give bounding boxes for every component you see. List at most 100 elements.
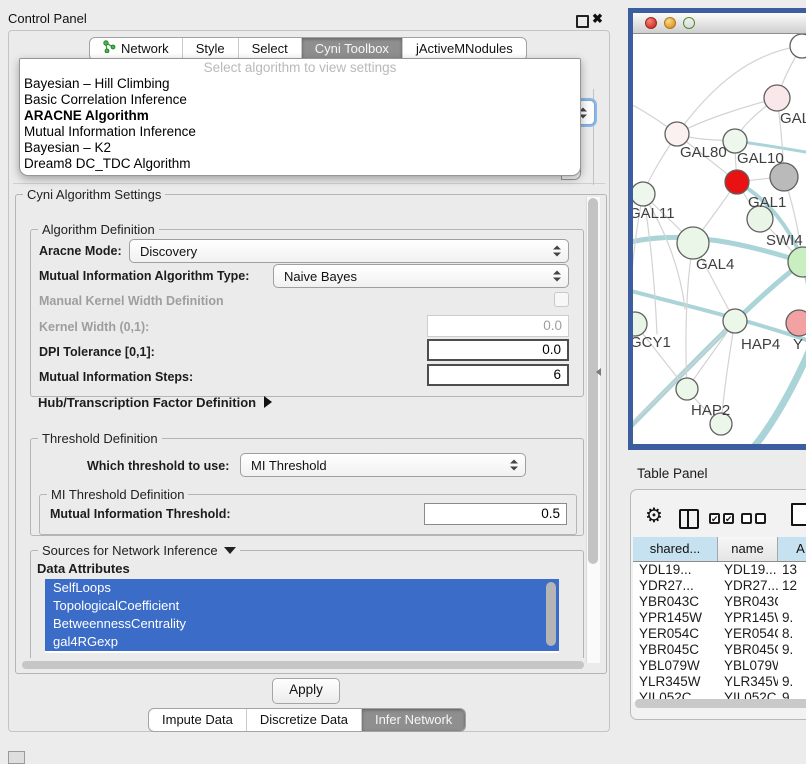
tab-infer-network[interactable]: Infer Network (361, 709, 465, 731)
network-window[interactable]: GALGAL80GAL10GAL1GAL11SWI4GAL4GCY1HAP4YH… (628, 8, 806, 450)
table-row[interactable]: YDR27... YDR27... 12 (633, 578, 806, 594)
attribute-item[interactable]: gal4RGexp (45, 633, 559, 651)
attribute-item[interactable]: TopologicalCoefficient (45, 597, 559, 615)
dpi-tolerance-label: DPI Tolerance [0,1]: (39, 345, 155, 359)
section-divider (13, 183, 605, 184)
svg-text:HAP2: HAP2 (691, 402, 730, 419)
column-header-partial[interactable]: A (778, 537, 806, 561)
algorithm-list-item[interactable]: Bayesian – Hill Climbing (20, 76, 580, 92)
table-row[interactable]: YLR345W YLR345W 9. (633, 674, 806, 690)
aracne-mode-select[interactable]: Discovery (129, 239, 569, 263)
node-table: shared... name A YDL19... YDL19... 13 YD… (633, 537, 806, 702)
algorithm-list-item[interactable]: ARACNE Algorithm (20, 108, 580, 124)
apply-button[interactable]: Apply (272, 678, 340, 704)
stepper-icon (510, 460, 518, 471)
export-table-icon[interactable] (791, 503, 806, 526)
gear-icon[interactable]: ⚙ (645, 503, 663, 528)
splitter-collapse-icon[interactable] (596, 368, 601, 376)
settings-group-title: Cyni Algorithm Settings (23, 187, 165, 202)
threshold-definition-title: Threshold Definition (38, 431, 162, 446)
table-hscrollbar-thumb[interactable] (635, 699, 806, 708)
mi-steps-label: Mutual Information Steps: (39, 370, 193, 384)
mi-steps-field[interactable]: 6 (427, 364, 569, 386)
deselect-all-icon-2[interactable] (755, 513, 766, 524)
mi-threshold-label: Mutual Information Threshold: (50, 507, 231, 521)
manual-kernel-checkbox[interactable] (554, 292, 569, 307)
select-all-check-icon[interactable]: ✔ (709, 513, 720, 524)
mi-type-select[interactable]: Naive Bayes (273, 264, 569, 288)
table-row[interactable]: YER054C YER054C 8. (633, 626, 806, 642)
table-header: shared... name A (633, 537, 806, 562)
tab-impute-data[interactable]: Impute Data (149, 709, 246, 731)
algorithm-list-item[interactable]: Mutual Information Inference (20, 124, 580, 140)
data-attributes-list: SelfLoopsTopologicalCoefficientBetweenne… (45, 579, 559, 653)
algorithm-popup: Select algorithm to view settings Bayesi… (19, 58, 581, 176)
deselect-all-icon[interactable] (741, 513, 752, 524)
table-panel: ⚙ ✔ ✔ shared... name A YDL19... YDL19...… (630, 489, 806, 720)
sources-group: Sources for Network Inference Data Attri… (30, 550, 584, 658)
algorithm-list-item[interactable]: Dream8 DC_TDC Algorithm (20, 156, 580, 172)
svg-text:GCY1: GCY1 (633, 334, 671, 351)
algorithm-definition-title: Algorithm Definition (38, 222, 159, 237)
svg-text:GAL: GAL (780, 110, 806, 127)
svg-text:GAL11: GAL11 (633, 205, 675, 222)
mi-threshold-field[interactable]: 0.5 (424, 503, 567, 525)
network-canvas[interactable]: GALGAL80GAL10GAL1GAL11SWI4GAL4GCY1HAP4YH… (633, 34, 806, 444)
sources-title[interactable]: Sources for Network Inference (38, 543, 240, 558)
column-header-shared-name[interactable]: shared... (633, 537, 718, 561)
data-attributes-label: Data Attributes (37, 561, 130, 576)
table-row[interactable]: YPR145W YPR145W 9. (633, 610, 806, 626)
window-minimize-icon[interactable] (664, 17, 676, 29)
manual-kernel-label: Manual Kernel Width Definition (39, 294, 224, 308)
table-panel-title: Table Panel (637, 466, 708, 481)
table-row[interactable]: YBR045C YBR045C 9. (633, 642, 806, 658)
cyni-algorithm-settings-group: Cyni Algorithm Settings Algorithm Defini… (15, 194, 607, 674)
network-window-titlebar[interactable] (633, 13, 806, 34)
window-zoom-icon[interactable] (683, 17, 695, 29)
algorithm-list-item[interactable]: Bayesian – K2 (20, 140, 580, 156)
expand-right-icon (264, 396, 272, 408)
window-close-icon[interactable] (645, 17, 657, 29)
tab-style[interactable]: Style (182, 38, 238, 60)
kernel-width-label: Kernel Width (0,1): (39, 320, 149, 334)
mi-type-label: Mutual Information Algorithm Type: (39, 269, 249, 283)
collapsed-panel-icon[interactable] (8, 751, 25, 764)
control-panel: Network Style Select Cyni Toolbox jActiv… (8, 30, 610, 732)
table-row[interactable]: YBR043C YBR043C (633, 594, 806, 610)
algorithm-list-item[interactable]: Basic Correlation Inference (20, 92, 580, 108)
tab-network[interactable]: Network (90, 38, 182, 60)
tab-cyni-toolbox[interactable]: Cyni Toolbox (301, 38, 402, 60)
aracne-mode-label: Aracne Mode: (39, 244, 122, 258)
threshold-definition-group: Threshold Definition Which threshold to … (30, 438, 584, 536)
table-row[interactable]: YBL079W YBL079W (633, 658, 806, 674)
attribute-item[interactable]: SelfLoops (45, 579, 559, 597)
attributes-scrollbar-thumb[interactable] (546, 582, 556, 646)
svg-text:GAL4: GAL4 (696, 256, 734, 273)
select-all-check-icon-2[interactable]: ✔ (723, 513, 734, 524)
algorithm-list: Bayesian – Hill ClimbingBasic Correlatio… (20, 76, 580, 172)
table-row[interactable]: YDL19... YDL19... 13 (633, 562, 806, 578)
column-view-icon[interactable] (679, 509, 699, 529)
tab-discretize-data[interactable]: Discretize Data (246, 709, 361, 731)
tab-jactivemnodules[interactable]: jActiveMNodules (402, 38, 526, 60)
control-panel-title: Control Panel (8, 11, 87, 26)
attribute-item[interactable]: BetweennessCentrality (45, 615, 559, 633)
which-threshold-label: Which threshold to use: (87, 459, 229, 473)
table-rows: YDL19... YDL19... 13 YDR27... YDR27... 1… (633, 562, 806, 702)
settings-hscrollbar-thumb[interactable] (22, 661, 584, 669)
hub-definition-toggle[interactable]: Hub/Transcription Factor Definition (38, 395, 272, 410)
settings-scrollbar[interactable] (586, 197, 600, 663)
cyni-mode-tabs: Impute Data Discretize Data Infer Networ… (148, 708, 466, 732)
dpi-tolerance-field[interactable]: 0.0 (427, 339, 569, 361)
tab-select[interactable]: Select (238, 38, 301, 60)
svg-text:SWI4: SWI4 (766, 232, 803, 249)
algorithm-popup-placeholder: Select algorithm to view settings (20, 59, 580, 76)
svg-text:HAP4: HAP4 (741, 336, 780, 353)
kernel-width-field[interactable]: 0.0 (427, 315, 569, 337)
close-icon[interactable]: ✖ (592, 11, 603, 27)
float-window-icon[interactable] (576, 15, 589, 28)
settings-scrollbar-thumb[interactable] (588, 198, 598, 564)
column-header-name[interactable]: name (718, 537, 778, 561)
svg-text:GAL10: GAL10 (737, 150, 784, 167)
which-threshold-select[interactable]: MI Threshold (240, 453, 526, 477)
